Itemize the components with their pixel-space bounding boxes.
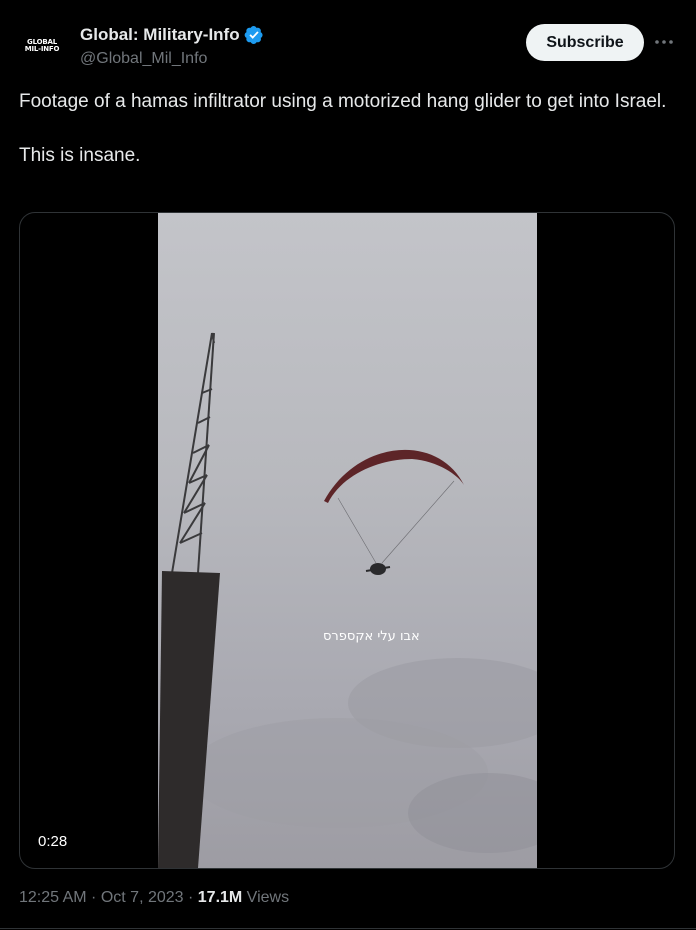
verified-badge-icon[interactable]: [244, 25, 264, 45]
tweet-meta: 12:25 AM · Oct 7, 2023 · 17.1M Views: [19, 889, 289, 907]
tweet-date[interactable]: Oct 7, 2023: [101, 889, 184, 906]
video-overlay-caption: אבו עלי אקספרס: [323, 629, 420, 644]
paraglider-line: [381, 480, 455, 564]
tweet-time[interactable]: 12:25 AM: [19, 889, 87, 906]
tweet-text: Footage of a hamas infiltrator using a m…: [19, 88, 669, 169]
author-handle[interactable]: @Global_Mil_Info: [80, 50, 207, 68]
paraglider-line: [337, 497, 377, 564]
avatar[interactable]: GLOBAL MIL-INFO: [18, 22, 66, 70]
building-column: [158, 571, 220, 868]
tweet: GLOBAL MIL-INFO Global: Military-Info @G…: [0, 0, 696, 930]
avatar-text-line2: MIL-INFO: [24, 45, 60, 53]
tweet-text-paragraph-1: Footage of a hamas infiltrator using a m…: [19, 91, 667, 112]
more-icon[interactable]: [652, 30, 676, 54]
video-frame[interactable]: אבו עלי אקספרס: [158, 213, 537, 868]
tower-lattice: [171, 332, 215, 574]
subscribe-button[interactable]: Subscribe: [526, 24, 644, 61]
author-display-name-row[interactable]: Global: Military-Info: [80, 25, 264, 45]
video-scene: [158, 332, 537, 868]
video-player[interactable]: אבו עלי אקספרס 0:28: [19, 212, 675, 869]
views-count[interactable]: 17.1M: [198, 889, 242, 906]
meta-separator: ·: [183, 889, 198, 906]
author-display-name[interactable]: Global: Military-Info: [80, 25, 240, 45]
meta-separator: ·: [86, 889, 101, 906]
divider: [0, 928, 696, 929]
video-duration-badge: 0:28: [30, 831, 76, 852]
views-label: Views: [242, 889, 290, 906]
paraglider-canopy: [324, 449, 464, 503]
tweet-text-paragraph-2: This is insane.: [19, 145, 141, 166]
